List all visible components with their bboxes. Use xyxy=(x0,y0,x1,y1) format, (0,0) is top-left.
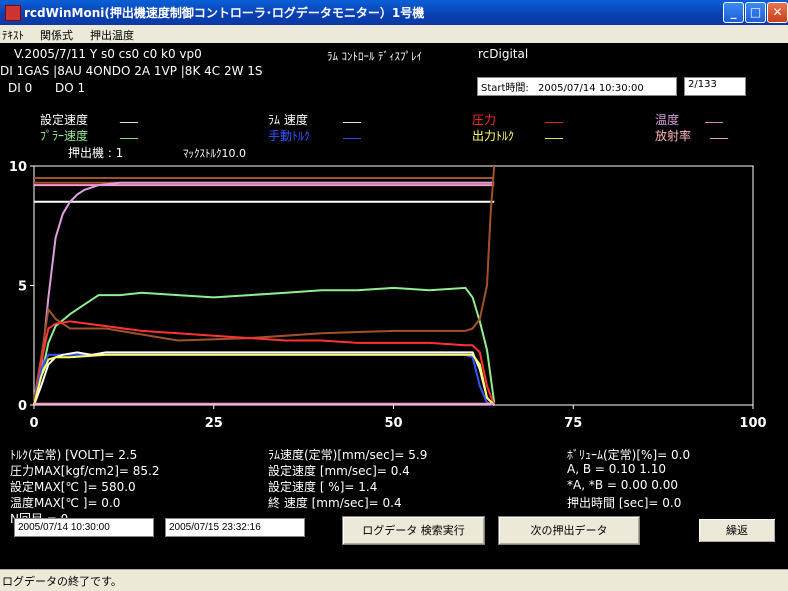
close-button[interactable]: ✕ xyxy=(767,2,788,23)
legend-ram-speed-value: ___ xyxy=(343,109,361,123)
trend-chart: 0 25 50 75 100 0 5 10 xyxy=(9,160,767,431)
di-status: DI 0 xyxy=(8,81,33,95)
legend-temperature: 温度 xyxy=(655,113,680,127)
x-tick-label-0: 0 xyxy=(29,416,38,431)
version-text: V.2005/7/11 Y s0 cs0 c0 k0 vp0 xyxy=(14,47,202,61)
y-tick-label-2: 10 xyxy=(9,160,27,175)
menu-item-extrude-temp[interactable]: 押出温度 xyxy=(90,27,134,43)
series-line-10 xyxy=(33,353,495,406)
series-line-9 xyxy=(33,351,495,406)
series-line-8 xyxy=(33,353,495,406)
legend-pressure: 圧力 xyxy=(472,113,497,127)
repeat-button[interactable]: 繰返 xyxy=(698,518,776,543)
status-text: ログデータの終了です。 xyxy=(2,575,122,588)
legend-puller-speed: ﾌﾟﾗｰ速度 xyxy=(40,129,89,143)
menu-bar: ﾃｷｽﾄ 関係式 押出温度 xyxy=(0,25,788,43)
stat-torque: ﾄﾙｸ(定常) [VOLT]= 2.5 xyxy=(10,448,138,462)
page-indicator: 2/133 xyxy=(684,77,746,96)
stat-pressure-max: 圧力MAX[kgf/cm2]= 85.2 xyxy=(10,464,160,478)
stat-end-speed: 終 速度 [mm/sec]= 0.4 xyxy=(268,496,402,510)
y-tick-label-1: 5 xyxy=(18,280,27,295)
x-tick-label-4: 100 xyxy=(739,416,766,431)
start-time-value: 2005/07/14 10:30:00 xyxy=(538,83,644,94)
legend-temperature-value: ___ xyxy=(705,109,723,123)
menu-item-text[interactable]: ﾃｷｽﾄ xyxy=(2,27,24,43)
stat-set-speed-pct: 設定速度 [ %]= 1.4 xyxy=(268,480,378,494)
series-line-7 xyxy=(33,320,496,406)
series-line-5 xyxy=(33,286,496,403)
stat-set-speed-mm: 設定速度 [mm/sec]= 0.4 xyxy=(268,464,410,478)
stat-setting-max: 設定MAX[℃ ]= 580.0 xyxy=(10,480,136,494)
log-search-button[interactable]: ログデータ 検索実行 xyxy=(342,516,485,545)
legend-radiation-value: ___ xyxy=(710,125,728,139)
legend-ram-speed: ﾗﾑ 速度 xyxy=(268,113,308,127)
window-title: rcdWinMoni(押出機速度制御コントローラ･ログデータモニター）1号機 xyxy=(24,6,425,20)
minimize-button[interactable]: _ xyxy=(723,2,744,23)
date-from-field[interactable] xyxy=(14,518,154,537)
legend-pressure-value: ___ xyxy=(545,109,563,123)
ram-display-label: ﾗﾑ ｺﾝﾄﾛｰﾙ ﾃﾞｨｽﾌﾟﾚｲ xyxy=(327,50,422,63)
stat-volume: ﾎﾞﾘｭｰﾑ(定常)[%]= 0.0 xyxy=(567,448,691,462)
do-status: DO 1 xyxy=(55,81,86,95)
rc-digital-label: rcDigital xyxy=(478,47,529,61)
status-bar: ログデータの終了です。 xyxy=(0,569,788,591)
x-tick-label-1: 25 xyxy=(205,416,223,431)
date-to-field[interactable] xyxy=(165,518,305,537)
y-tick-label-0: 0 xyxy=(18,399,27,414)
legend-radiation: 放射率 xyxy=(655,129,692,143)
legend-set-speed: 設定速度 xyxy=(40,113,89,127)
legend-output-torque: 出力ﾄﾙｸ xyxy=(472,129,515,143)
title-bar: rcdWinMoni(押出機速度制御コントローラ･ログデータモニター）1号機 _… xyxy=(0,0,788,25)
menu-item-relation[interactable]: 関係式 xyxy=(40,27,73,43)
stat-extrude-time: 押出時間 [sec]= 0.0 xyxy=(567,496,682,510)
x-tick-label-3: 75 xyxy=(564,416,582,431)
legend-manual-torque-value: ___ xyxy=(343,125,361,139)
stat-ram-speed: ﾗﾑ速度(定常)[mm/sec]= 5.9 xyxy=(268,448,428,462)
app-icon xyxy=(5,5,21,21)
start-time-label: Start時間: xyxy=(481,83,529,94)
start-time-box: Start時間: 2005/07/14 10:30:00 xyxy=(477,77,677,96)
legend-set-speed-value: ___ xyxy=(120,109,138,123)
config-text: DI 1GAS |8AU 4ONDO 2A 1VP |8K 4C 2W 1S xyxy=(0,64,263,78)
legend-manual-torque: 手動ﾄﾙｸ xyxy=(268,129,311,143)
next-extrude-button[interactable]: 次の押出データ xyxy=(498,516,640,545)
stat-star-a-b: *A, *B = 0.00 0.00 xyxy=(567,478,679,492)
x-tick-label-2: 50 xyxy=(384,416,402,431)
maximize-button[interactable]: □ xyxy=(745,2,766,23)
legend-output-torque-value: ___ xyxy=(545,125,563,139)
stat-a-b: A, B = 0.10 1.10 xyxy=(567,462,667,476)
monitor-panel: V.2005/7/11 Y s0 cs0 c0 k0 vp0 ﾗﾑ ｺﾝﾄﾛｰﾙ… xyxy=(0,43,788,569)
stat-temp-max: 温度MAX[℃ ]= 0.0 xyxy=(10,496,121,510)
legend-puller-speed-value: ___ xyxy=(120,125,138,139)
